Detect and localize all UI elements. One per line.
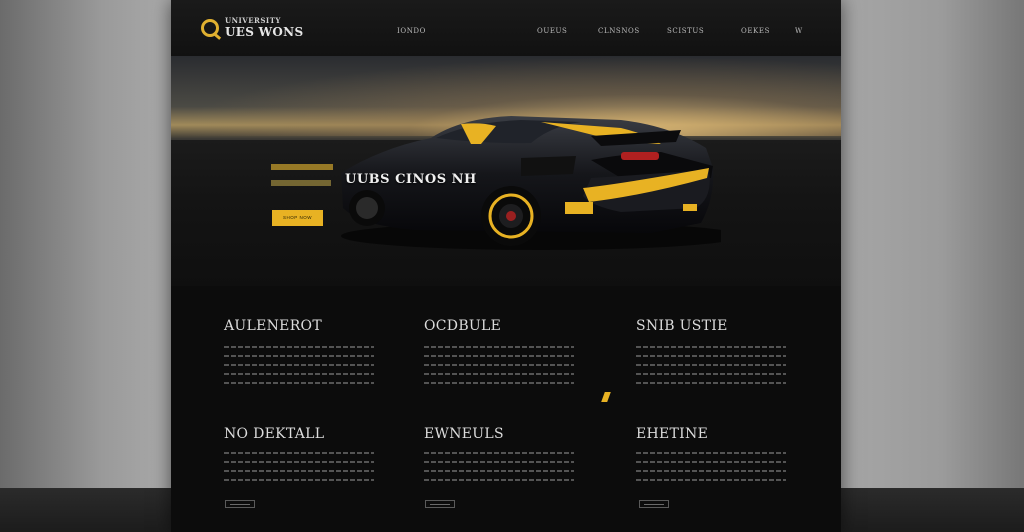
column-body (636, 452, 786, 488)
hero-title: UUBS CINOS NH (345, 172, 477, 187)
column-title: SNIB USTIE (636, 318, 728, 334)
nav-item-6[interactable]: SCISTUS (667, 27, 704, 35)
read-more-button[interactable] (225, 500, 255, 508)
column-body (424, 346, 574, 391)
column-body (224, 452, 374, 488)
nav-item-7[interactable]: OEKES (741, 27, 770, 35)
content-grid: AULENEROT OCDBULE SNIB USTIE NO DEKTALL … (171, 286, 841, 532)
nav-item-5[interactable]: CLNSNOS (598, 27, 640, 35)
hero-kicker-line-1 (271, 164, 333, 170)
column-title: NO DEKTALL (224, 426, 325, 442)
column-body (424, 452, 574, 488)
nav-item-4[interactable]: OUEUS (537, 27, 567, 35)
column-body (636, 346, 786, 391)
column-title: OCDBULE (424, 318, 502, 334)
logo-name[interactable]: UES WONS (225, 25, 303, 39)
hero-banner: UUBS CINOS NH SHOP NOW (171, 56, 841, 286)
nav-item-8[interactable]: W (795, 27, 803, 35)
column-title: EHETINE (636, 426, 709, 442)
read-more-button[interactable] (639, 500, 669, 508)
website-mockup: UNIVERSITY UES WONS IONDO OUEUS CLNSNOS … (171, 0, 841, 532)
column-body (224, 346, 374, 391)
logo-tagline: UNIVERSITY (225, 16, 281, 25)
hero-cta-button[interactable]: SHOP NOW (272, 210, 323, 226)
nav-item-2[interactable]: IONDO (397, 27, 426, 35)
logo-icon[interactable] (201, 19, 219, 37)
column-title: EWNEULS (424, 426, 504, 442)
site-header: UNIVERSITY UES WONS IONDO OUEUS CLNSNOS … (171, 0, 841, 56)
read-more-button[interactable] (425, 500, 455, 508)
column-title: AULENEROT (224, 318, 322, 334)
accent-mark (601, 392, 611, 402)
hero-kicker-line-2 (271, 180, 331, 186)
